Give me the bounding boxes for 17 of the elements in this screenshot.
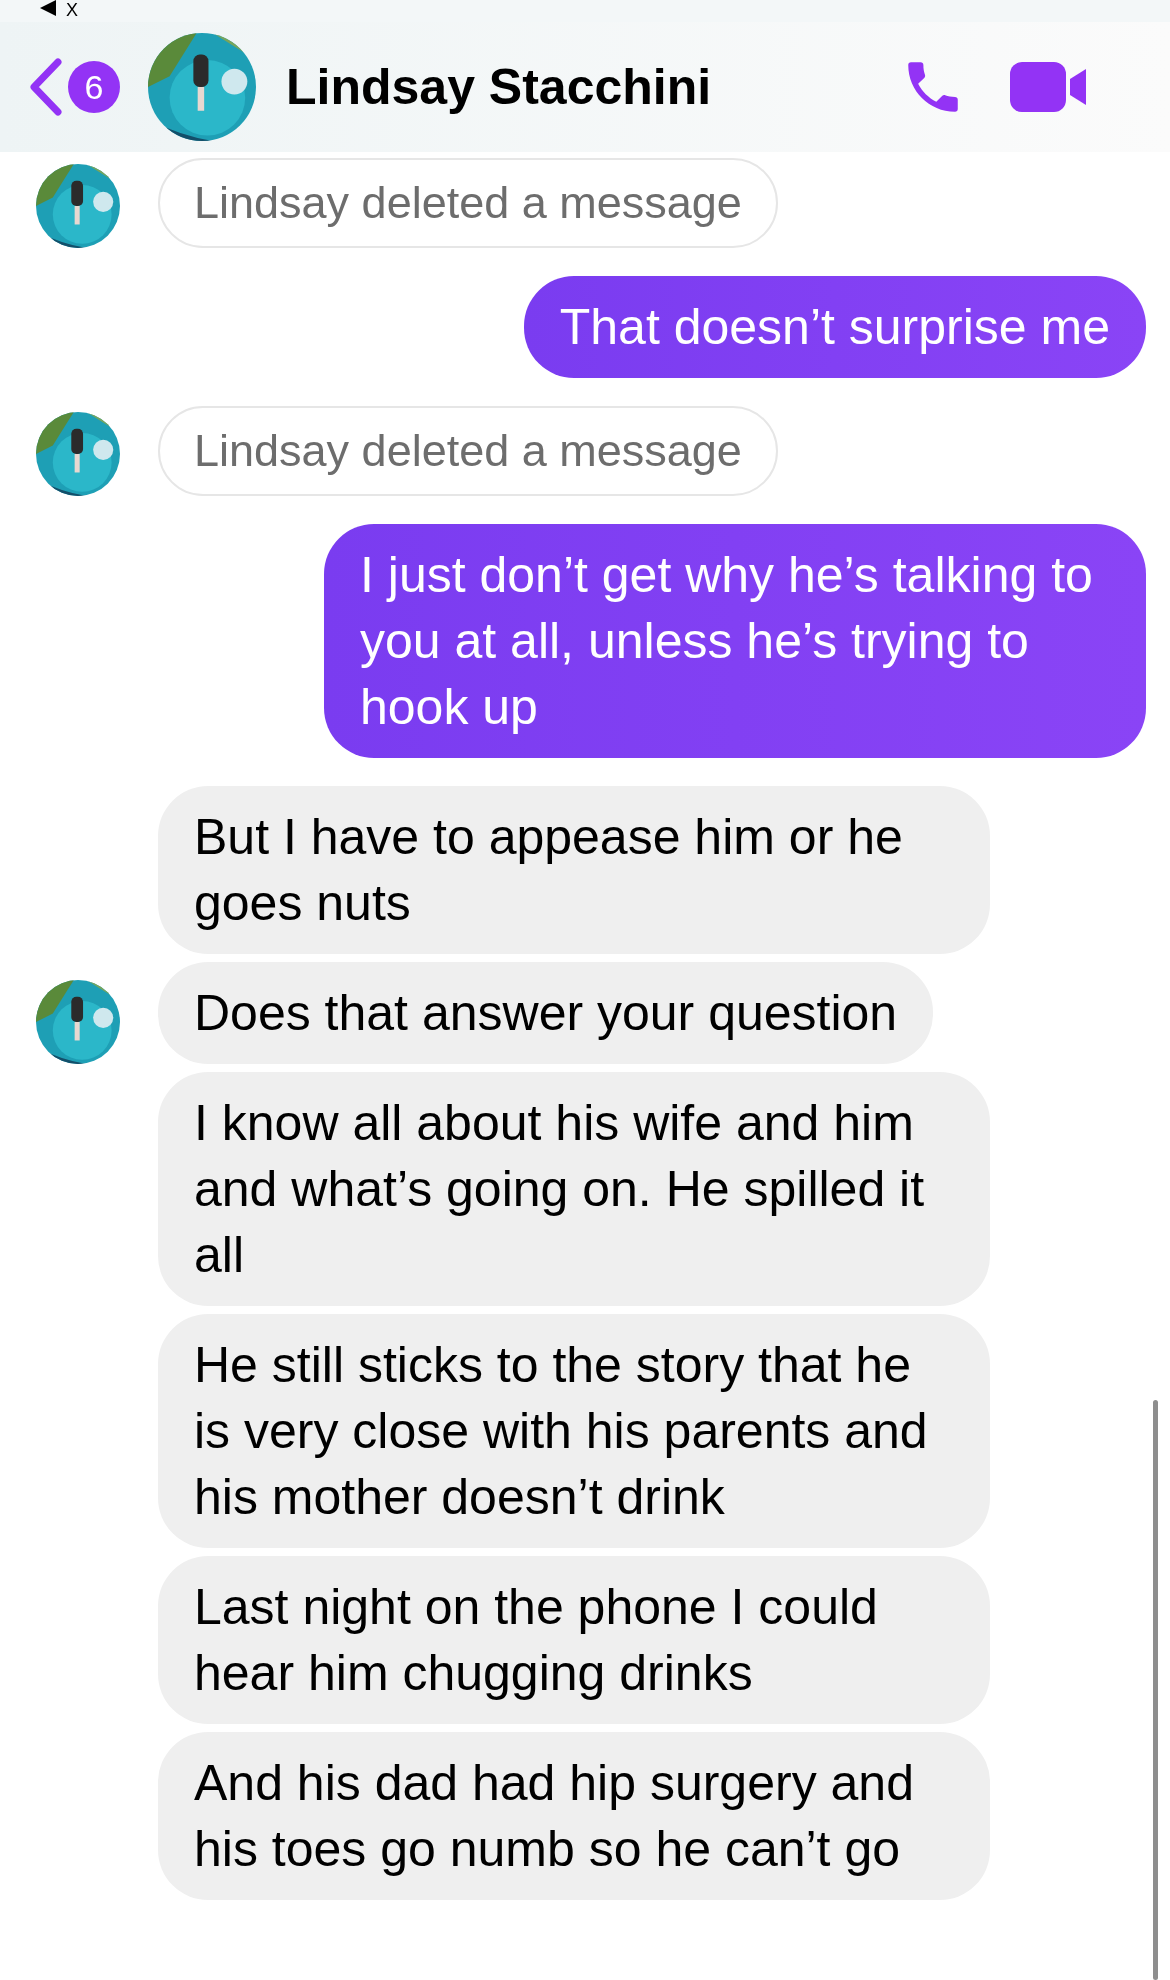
back-triangle-icon bbox=[40, 0, 56, 16]
received-message-bubble: He still sticks to the story that he is very close with his parents and his mother doesn’t drink bbox=[158, 1314, 990, 1548]
back-button[interactable]: 6 bbox=[28, 56, 120, 118]
received-message-bubble: But I have to appease him or he goes nuts bbox=[158, 786, 990, 954]
back-chevron-icon bbox=[28, 56, 64, 118]
received-message-bubble: Last night on the phone I could hear him chugging drinks bbox=[158, 1556, 990, 1724]
deleted-message-notice: Lindsay deleted a message bbox=[158, 158, 778, 248]
received-message-bubble: Does that answer your question bbox=[158, 962, 934, 1064]
sent-message-bubble: I just don’t get why he’s talking to you at all, unless he’s trying to hook up bbox=[324, 524, 1146, 758]
received-message-bubble: And his dad had hip surgery and his toes go numb so he can’t go bbox=[158, 1732, 990, 1900]
unread-count-badge: 6 bbox=[68, 61, 120, 113]
scrollbar-thumb[interactable] bbox=[1153, 1400, 1158, 1980]
received-message-bubble: I know all about his wife and him and what’s going on. He spilled it all bbox=[158, 1072, 990, 1306]
sent-message-bubble: That doesn’t surprise me bbox=[523, 276, 1146, 378]
deleted-message-notice: Lindsay deleted a message bbox=[158, 406, 778, 496]
back-app-label[interactable]: X bbox=[66, 0, 78, 20]
contact-name: Lindsay Stacchini bbox=[286, 58, 713, 116]
